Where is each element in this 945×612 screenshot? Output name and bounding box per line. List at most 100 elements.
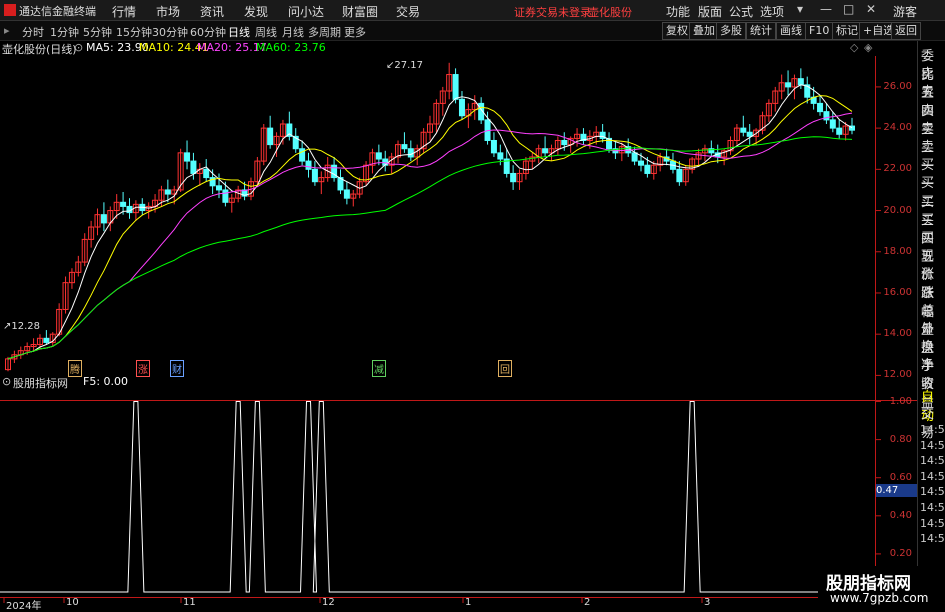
candle-body	[497, 152, 504, 160]
ma20-line	[7, 112, 853, 360]
candle	[5, 356, 11, 372]
candle	[203, 159, 210, 182]
candle	[484, 111, 491, 145]
candle-body	[510, 172, 517, 183]
candle-body	[203, 168, 210, 179]
candle	[439, 86, 446, 116]
candle	[311, 161, 318, 186]
candle	[414, 144, 421, 166]
candle-body	[43, 337, 50, 343]
candle-body	[452, 74, 459, 100]
event-marker[interactable]: 涨	[136, 360, 150, 377]
candle	[746, 124, 753, 145]
candle-body	[120, 201, 127, 207]
candle	[478, 97, 485, 124]
candle	[343, 181, 350, 205]
candle-body	[561, 139, 568, 146]
candle	[554, 136, 561, 155]
candle	[350, 189, 357, 207]
high-value: 27.17	[394, 60, 424, 71]
candle	[785, 70, 792, 96]
candle	[318, 171, 325, 195]
date-axis-label: 10	[66, 597, 79, 608]
candle	[689, 156, 696, 174]
indicator-axis-label: 0.60	[889, 471, 912, 483]
candle-body	[164, 189, 171, 195]
candle-body	[222, 189, 229, 203]
candle-body	[631, 152, 638, 162]
candle	[669, 152, 676, 174]
candle	[139, 198, 146, 215]
candle	[676, 161, 683, 186]
event-marker[interactable]: 回	[498, 360, 512, 377]
date-axis-label: 2024年	[6, 601, 42, 612]
candle	[388, 152, 395, 174]
candle	[369, 148, 376, 174]
candle	[43, 330, 50, 345]
candle	[740, 115, 747, 137]
event-marker[interactable]: 腾	[68, 360, 82, 377]
candle	[228, 194, 235, 213]
date-axis-label: 11	[183, 597, 196, 608]
trade-time: 14:54	[920, 423, 945, 436]
indicator-line	[0, 401, 875, 593]
quote-panel: 委比 卖五 卖四 卖三 卖二 卖一 买一 买二 买三 买四 买五 现价 涨跌 涨幅 总量 外盘 换手 净资 收益 自动…	[917, 41, 945, 609]
candle	[88, 220, 95, 248]
candle	[733, 124, 740, 145]
price-axis-label: 12.00	[883, 369, 912, 381]
price-axis-label: 24.00	[883, 122, 912, 134]
candle-body	[490, 139, 497, 154]
price-axis-label: 26.00	[883, 80, 912, 92]
candle	[62, 276, 69, 314]
candle-body	[638, 160, 644, 166]
candle	[836, 119, 843, 139]
candle	[849, 117, 855, 135]
candle-body	[343, 189, 350, 199]
candle	[407, 140, 414, 162]
candle-body	[375, 152, 382, 160]
candle	[721, 148, 728, 166]
candle	[580, 128, 587, 145]
candle	[446, 62, 453, 100]
candle	[337, 169, 344, 195]
candle	[324, 156, 331, 182]
date-axis-label: 1	[465, 597, 472, 608]
price-axis-label: 14.00	[883, 328, 912, 340]
candle	[535, 144, 542, 164]
candle	[363, 161, 370, 186]
candle-body	[817, 102, 824, 113]
low-value: 12.28	[11, 321, 41, 332]
candle	[708, 140, 715, 157]
indicator-value: F5: 0.00	[83, 375, 129, 388]
candle-body	[190, 160, 197, 174]
candle	[458, 91, 465, 120]
candle-body	[407, 148, 414, 158]
price-axis-label: 20.00	[883, 204, 912, 216]
candle	[427, 115, 433, 141]
price-axis-label: 16.00	[883, 286, 912, 298]
candle	[75, 255, 82, 277]
date-axis-label: 2	[584, 597, 591, 608]
candle-body	[458, 98, 465, 117]
candle	[516, 169, 523, 190]
candle	[382, 150, 389, 172]
candle	[510, 165, 517, 190]
candle	[522, 156, 529, 180]
indicator-axis-label: 0.20	[889, 547, 912, 559]
candle	[132, 200, 139, 221]
candle	[68, 268, 75, 289]
price-chart[interactable]	[0, 0, 945, 609]
candle	[574, 128, 581, 147]
event-marker[interactable]: 财	[170, 360, 184, 377]
event-marker[interactable]: 减	[372, 360, 386, 377]
candle	[772, 86, 779, 112]
candle	[292, 128, 299, 153]
candle	[765, 99, 772, 122]
trade-time: 14:54	[920, 438, 945, 452]
candle	[331, 156, 338, 182]
candle-body	[644, 164, 651, 174]
candle	[100, 202, 107, 232]
candle	[30, 338, 37, 351]
indicator-icon[interactable]: ⊙	[2, 375, 11, 388]
candle	[759, 111, 766, 135]
